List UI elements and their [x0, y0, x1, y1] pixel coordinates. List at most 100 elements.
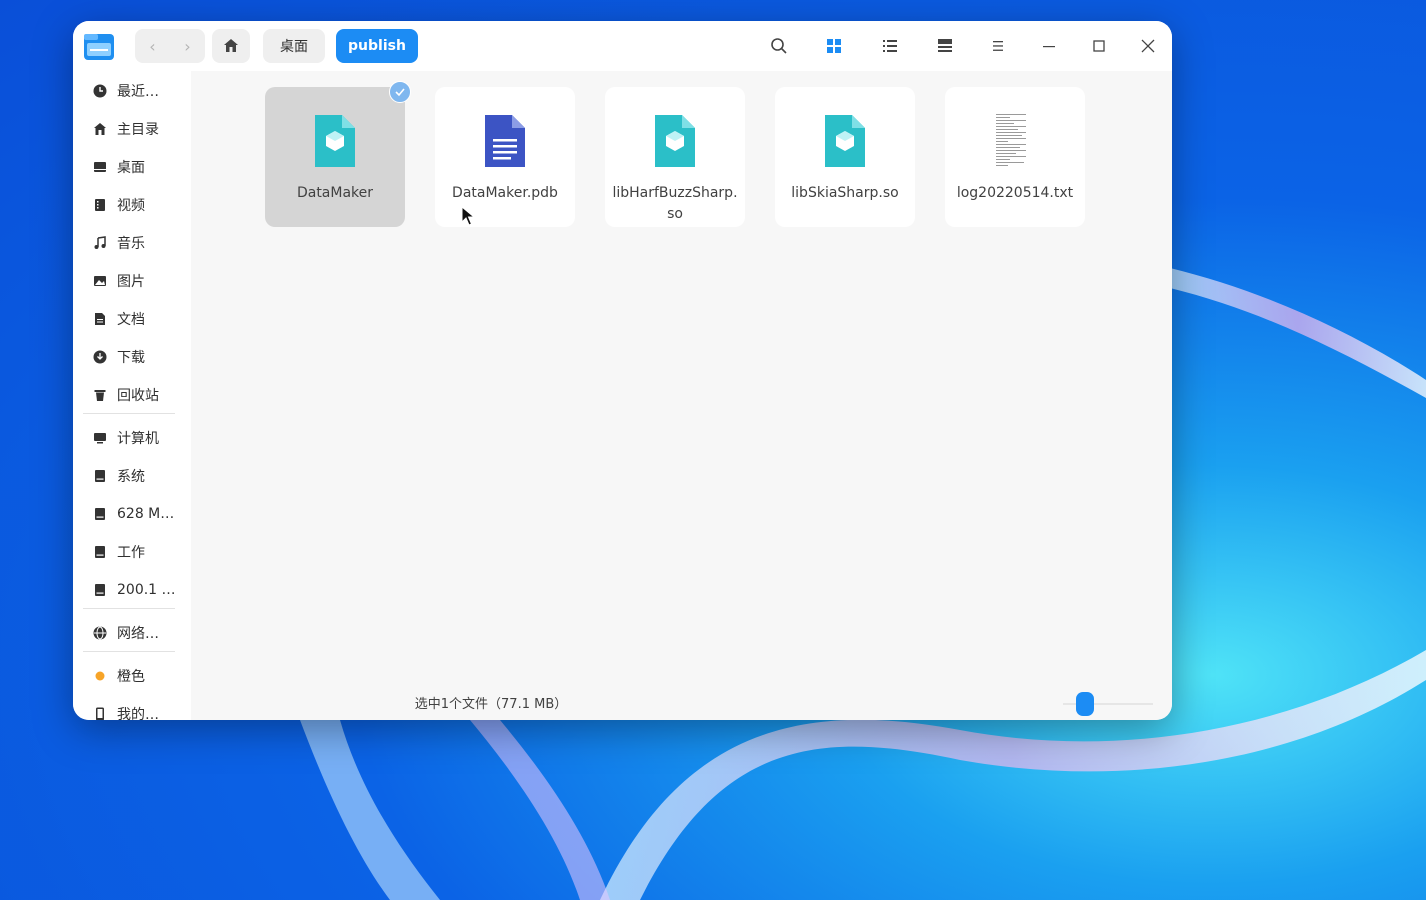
chevron-left-icon: ‹: [149, 36, 156, 56]
file-item-datamaker-pdb[interactable]: DataMaker.pdb: [435, 87, 575, 227]
computer-icon: [91, 429, 109, 447]
file-item-datamaker[interactable]: DataMaker: [265, 87, 405, 227]
file-manager-window: ‹ › 桌面 publish 最近… 主目录 桌面 视频 音乐 图片 文档 下载…: [73, 21, 1172, 720]
drive-icon: [91, 505, 109, 523]
sidebar-item-pictures[interactable]: 图片: [83, 265, 183, 297]
sidebar: 最近… 主目录 桌面 视频 音乐 图片 文档 下载 回收站 计算机 系统 628…: [73, 71, 191, 720]
sidebar-item-recent[interactable]: 最近…: [83, 75, 183, 107]
sidebar-item-label: 视频: [117, 198, 145, 214]
detail-view-button[interactable]: [932, 33, 958, 59]
drive-icon: [91, 543, 109, 561]
file-name: log20220514.txt: [956, 185, 1074, 201]
search-button[interactable]: [766, 33, 792, 59]
maximize-icon: [1093, 40, 1105, 52]
sidebar-item-downloads[interactable]: 下载: [83, 341, 183, 373]
sidebar-item-volume-200[interactable]: 200.1 …: [83, 574, 183, 606]
orange-tag-icon: [91, 667, 109, 685]
sidebar-item-trash[interactable]: 回收站: [83, 379, 183, 411]
file-name: libSkiaSharp.so: [791, 185, 899, 201]
music-icon: [91, 234, 109, 252]
sidebar-item-label: 网络…: [117, 626, 159, 642]
back-button[interactable]: ‹: [135, 29, 170, 63]
sidebar-item-network[interactable]: 网络…: [83, 617, 183, 649]
drive-icon: [91, 467, 109, 485]
file-item-libskiasharp[interactable]: libSkiaSharp.so: [775, 87, 915, 227]
drive-icon: [91, 581, 109, 599]
home-icon: [224, 39, 238, 52]
executable-icon: [315, 115, 355, 167]
document-file-icon: [485, 115, 525, 167]
close-icon: [1141, 39, 1155, 53]
search-icon: [771, 38, 787, 54]
icon-size-slider-handle[interactable]: [1076, 692, 1094, 716]
sidebar-item-label: 桌面: [117, 160, 145, 176]
navigation-buttons: ‹ ›: [135, 29, 205, 63]
maximize-button[interactable]: [1086, 33, 1112, 59]
split-view-icon: [938, 39, 952, 52]
download-icon: [91, 348, 109, 366]
trash-icon: [91, 386, 109, 404]
sidebar-item-label: 工作: [117, 545, 145, 561]
sidebar-item-label: 计算机: [117, 431, 159, 447]
selected-check-icon: [389, 81, 411, 103]
document-icon: [91, 310, 109, 328]
main-menu-button[interactable]: [985, 33, 1011, 59]
sidebar-item-documents[interactable]: 文档: [83, 303, 183, 335]
list-view-icon: [883, 40, 897, 52]
clock-icon: [91, 82, 109, 100]
sidebar-item-label: 回收站: [117, 388, 159, 404]
mouse-cursor-icon: [461, 206, 475, 226]
sidebar-item-music[interactable]: 音乐: [83, 227, 183, 259]
sidebar-item-videos[interactable]: 视频: [83, 189, 183, 221]
grid-view-icon: [827, 39, 841, 53]
minimize-button[interactable]: [1036, 33, 1062, 59]
sidebar-item-my-device[interactable]: 我的…: [83, 698, 183, 720]
file-item-log[interactable]: log20220514.txt: [945, 87, 1085, 227]
sidebar-item-computer[interactable]: 计算机: [83, 422, 183, 454]
sidebar-item-volume-628m[interactable]: 628 M…: [83, 498, 183, 530]
sidebar-item-label: 文档: [117, 312, 145, 328]
sidebar-item-label: 系统: [117, 469, 145, 485]
sidebar-item-work[interactable]: 工作: [83, 536, 183, 568]
sidebar-separator: [83, 651, 175, 652]
title-bar: ‹ › 桌面 publish: [73, 21, 1172, 71]
text-file-icon: [994, 111, 1036, 171]
list-view-button[interactable]: [877, 33, 903, 59]
sidebar-item-label: 下载: [117, 350, 145, 366]
sidebar-item-label: 音乐: [117, 236, 145, 252]
home-icon: [91, 120, 109, 138]
menu-icon: [993, 41, 1003, 51]
file-item-libharfbuzzsharp[interactable]: libHarfBuzzSharp.so: [605, 87, 745, 227]
sidebar-item-tag-orange[interactable]: 橙色: [83, 660, 183, 692]
forward-button[interactable]: ›: [170, 29, 205, 63]
sidebar-item-label: 主目录: [117, 122, 159, 138]
file-name: libHarfBuzzSharp.so: [612, 185, 738, 222]
status-bar-text: 选中1个文件（77.1 MB）: [414, 697, 568, 712]
sidebar-item-system[interactable]: 系统: [83, 460, 183, 492]
sidebar-separator: [83, 608, 175, 609]
sidebar-item-label: 我的…: [117, 707, 159, 720]
file-name: DataMaker: [296, 185, 374, 201]
breadcrumb-desktop[interactable]: 桌面: [263, 29, 325, 63]
library-icon: [655, 115, 695, 167]
desktop-icon: [91, 158, 109, 176]
sidebar-item-home[interactable]: 主目录: [83, 113, 183, 145]
home-button[interactable]: [212, 29, 250, 63]
breadcrumb-publish[interactable]: publish: [336, 29, 418, 63]
video-icon: [91, 196, 109, 214]
close-button[interactable]: [1135, 33, 1161, 59]
sidebar-item-label: 图片: [117, 274, 145, 290]
chevron-right-icon: ›: [184, 36, 191, 56]
sidebar-separator: [83, 413, 175, 414]
minimize-icon: [1043, 46, 1055, 48]
sidebar-item-label: 橙色: [117, 669, 145, 685]
sidebar-item-label: 628 M…: [117, 506, 175, 522]
image-icon: [91, 272, 109, 290]
sidebar-item-desktop[interactable]: 桌面: [83, 151, 183, 183]
file-view: DataMaker DataMaker.pdb libHarfBuzzSharp…: [191, 71, 1172, 720]
file-manager-app-icon: [84, 34, 114, 60]
icon-view-button[interactable]: [821, 33, 847, 59]
library-icon: [825, 115, 865, 167]
file-name: DataMaker.pdb: [452, 185, 558, 201]
phone-icon: [91, 705, 109, 720]
